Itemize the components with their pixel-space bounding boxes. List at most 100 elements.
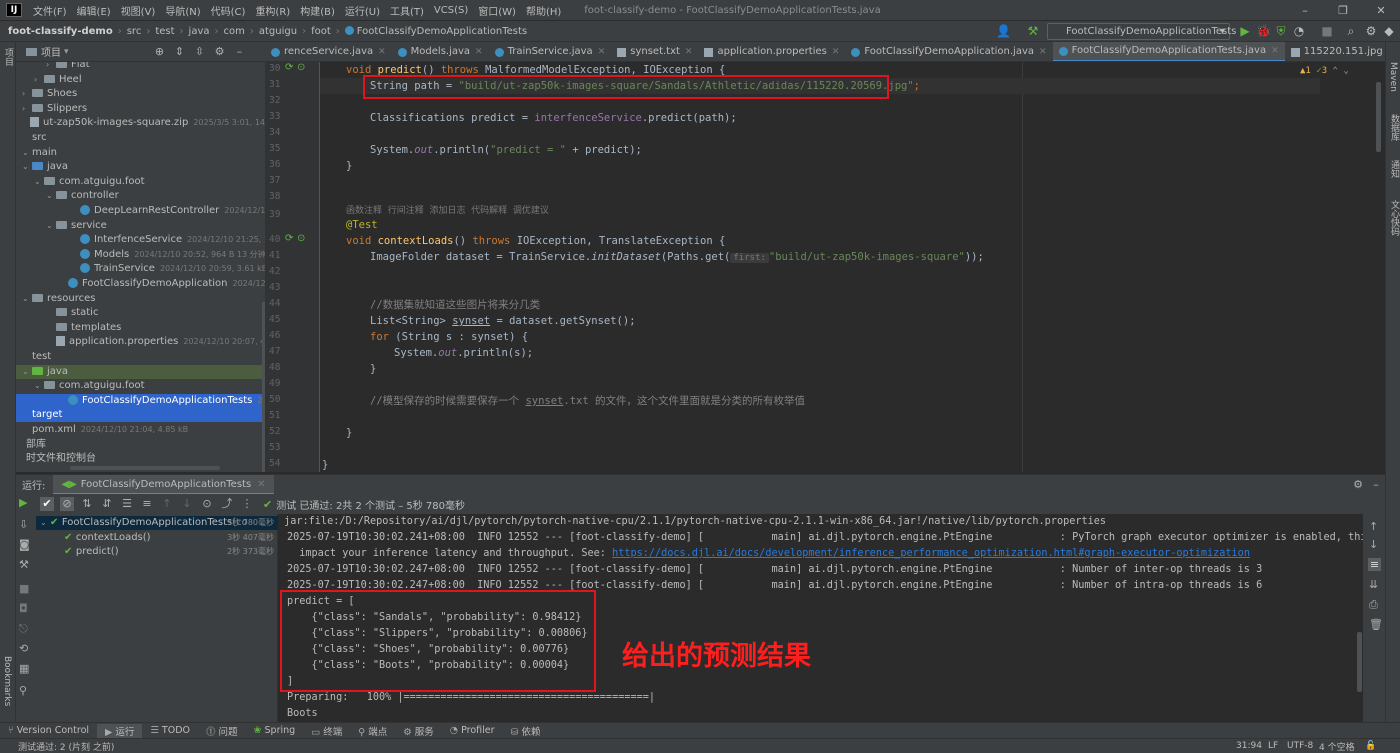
tree-item[interactable]: application.properties 2024/12/10 20:07, …	[16, 335, 265, 349]
run-hide-icon[interactable]: –	[1369, 478, 1383, 492]
tree-item[interactable]: pom.xml 2024/12/10 21:04, 4.85 kB	[16, 423, 265, 437]
editor-tab[interactable]: 115220.151.jpg✕	[1285, 42, 1385, 61]
maximize-button[interactable]: ❐	[1324, 0, 1362, 21]
minimize-button[interactable]: –	[1286, 0, 1324, 21]
run-gutter-icon[interactable]: ⟳	[285, 233, 293, 244]
run-side-wrench-icon[interactable]: ⚒	[19, 558, 29, 571]
database-tool-tab[interactable]: 数据库	[1388, 114, 1400, 141]
expand-arrow-icon[interactable]: ⌄	[22, 160, 32, 174]
tree-item[interactable]: ⌄ service	[16, 219, 265, 233]
run-side-exit-icon[interactable]: ⎋	[19, 622, 28, 636]
settings-gear-icon[interactable]: ⚙	[1364, 24, 1378, 38]
tree-item[interactable]: static	[16, 306, 265, 320]
coverage-icon[interactable]: ⛨	[1274, 24, 1288, 38]
search-icon[interactable]: ⌕	[1344, 24, 1358, 38]
tree-item[interactable]: › Flat	[16, 62, 265, 72]
collapse-all-icon[interactable]: ⇳	[193, 45, 207, 59]
test-result-item[interactable]: ⌄ ✔ FootClassifyDemoApplicationTests(co 5秒…	[36, 516, 278, 530]
bottom-tool-button[interactable]: ⛁ 依赖	[503, 724, 549, 738]
run-side-rerun-icon[interactable]: ▶	[19, 496, 27, 509]
menu-item[interactable]: 帮助(H)	[521, 3, 566, 18]
user-icon[interactable]: 👤	[996, 24, 1011, 38]
code-editor[interactable]: ▲1 ✓3 ⌃ ⌄ void predict() throws Malforme…	[320, 62, 1385, 472]
expand-arrow-icon[interactable]: ›	[34, 73, 44, 87]
soft-wrap-icon[interactable]: ≡	[1368, 558, 1381, 571]
console-scrollbar[interactable]	[1357, 632, 1362, 692]
tree-item[interactable]: test	[16, 350, 265, 364]
menu-item[interactable]: 工具(T)	[385, 3, 429, 18]
tree-item[interactable]: Models 2024/12/10 20:52, 964 B 13 分钟 之前	[16, 248, 265, 262]
status-message[interactable]: 测试通过: 2 (片刻 之前)	[0, 740, 114, 753]
tree-item[interactable]: templates	[16, 321, 265, 335]
bookmarks-tool-tab[interactable]: Bookmarks	[2, 656, 12, 706]
menu-item[interactable]: 视图(V)	[116, 3, 161, 18]
editor-tab[interactable]: synset.txt ✕	[611, 42, 698, 61]
close-tab-icon[interactable]: ✕	[832, 42, 840, 61]
run-side-camera-icon[interactable]: ◙	[19, 538, 30, 551]
run-icon[interactable]: ▶	[1238, 24, 1252, 38]
project-tool-tab[interactable]: 项目	[2, 48, 15, 66]
run-tab[interactable]: ◀▶ FootClassifyDemoApplicationTests ✕	[53, 474, 274, 495]
breadcrumb-file[interactable]: FootClassifyDemoApplicationTests	[342, 26, 530, 37]
breadcrumb-project[interactable]: foot-classify-demo	[0, 26, 116, 37]
bottom-tool-button[interactable]: ⓵ 问题	[198, 724, 246, 738]
tree-item[interactable]: 时文件和控制台	[16, 452, 265, 466]
bottom-tool-button[interactable]: ◔ Profiler	[442, 725, 503, 736]
locate-icon[interactable]: ⊕	[153, 45, 167, 59]
profile-icon[interactable]: ◔	[1292, 24, 1306, 38]
project-panel-title[interactable]: 项目	[41, 44, 61, 59]
tree-item[interactable]: ⌄ java	[16, 160, 265, 174]
close-tab-icon[interactable]: ✕	[1271, 42, 1279, 61]
menu-item[interactable]: 构建(B)	[295, 3, 340, 18]
expand-arrow-icon[interactable]: ⌄	[22, 365, 32, 379]
next-test-icon[interactable]: ↓	[180, 497, 194, 511]
tree-item[interactable]: › Shoes	[16, 87, 265, 101]
prev-test-icon[interactable]: ↑	[160, 497, 174, 511]
print-icon[interactable]: ⎙	[1369, 598, 1378, 612]
breadcrumb-item[interactable]: src	[124, 26, 145, 37]
bottom-tool-button[interactable]: ▶ 运行	[97, 723, 143, 738]
menu-item[interactable]: 重构(R)	[250, 3, 295, 18]
build-hammer-icon[interactable]: ⚒	[1026, 24, 1040, 38]
editor-tab[interactable]: TrainService.java ✕	[489, 42, 612, 61]
editor-tab[interactable]: Models.java ✕	[392, 42, 489, 61]
run-side-pin-icon[interactable]: ⚲	[19, 684, 27, 697]
editor-tab[interactable]: FootClassifyDemoApplication.java ✕	[845, 42, 1052, 61]
scroll-to-end-icon[interactable]: ⇊	[1369, 578, 1378, 591]
breadcrumb-item[interactable]: com	[221, 26, 248, 37]
breadcrumb-item[interactable]: foot	[308, 26, 334, 37]
scroll-down-icon[interactable]: ↓	[1369, 538, 1378, 551]
tree-item[interactable]: FootClassifyDemoApplicationTests2025/7/1…	[16, 393, 265, 408]
collapse-tests-icon[interactable]: ≡	[140, 497, 154, 511]
wenxin-tool-tab[interactable]: 文心快码	[1388, 200, 1400, 236]
menu-item[interactable]: 窗口(W)	[473, 3, 521, 18]
bottom-tool-button[interactable]: ⑂ Version Control	[0, 725, 97, 736]
close-tab-icon[interactable]: ✕	[598, 42, 606, 61]
expand-all-icon[interactable]: ⇕	[173, 45, 187, 59]
editor-tab[interactable]: application.properties ✕	[698, 42, 845, 61]
inspection-widget[interactable]: ▲1 ✓3 ⌃ ⌄	[1300, 66, 1349, 76]
editor-scrollbar[interactable]	[1376, 82, 1381, 152]
expand-tests-icon[interactable]: ☰	[120, 497, 134, 511]
tree-item[interactable]: 部库	[16, 438, 265, 452]
show-passed-icon[interactable]: ✔	[40, 497, 54, 511]
override-gutter-icon[interactable]: ⊙	[297, 233, 305, 244]
editor-tab[interactable]: FootClassifyDemoApplicationTests.java ✕	[1052, 42, 1285, 61]
breadcrumb-item[interactable]: test	[152, 26, 177, 37]
options-gear-icon[interactable]: ⚙	[213, 45, 227, 59]
tree-item[interactable]: ⌄ main	[16, 146, 265, 160]
tree-item[interactable]: target	[16, 408, 265, 423]
more-icon[interactable]: ⋮	[240, 497, 254, 511]
tree-item[interactable]: › Heel	[16, 73, 265, 87]
bottom-tool-button[interactable]: ⚙ 服务	[395, 724, 442, 738]
test-result-item[interactable]: ✔ predict() 2秒 373毫秒	[36, 545, 278, 559]
lock-icon[interactable]: 🔓	[1365, 741, 1376, 751]
tree-item[interactable]: TrainService 2024/12/10 20:59, 3.61 kB 22…	[16, 262, 265, 276]
expand-arrow-icon[interactable]: ⌄	[22, 146, 32, 160]
hide-panel-icon[interactable]: –	[233, 45, 247, 59]
bottom-tool-button[interactable]: ❀ Spring	[246, 725, 304, 736]
menu-item[interactable]: 文件(F)	[28, 3, 72, 18]
sort-duration-icon[interactable]: ⇵	[100, 497, 114, 511]
expand-arrow-icon[interactable]: ›	[22, 102, 32, 116]
close-tab-icon[interactable]: ✕	[475, 42, 483, 61]
